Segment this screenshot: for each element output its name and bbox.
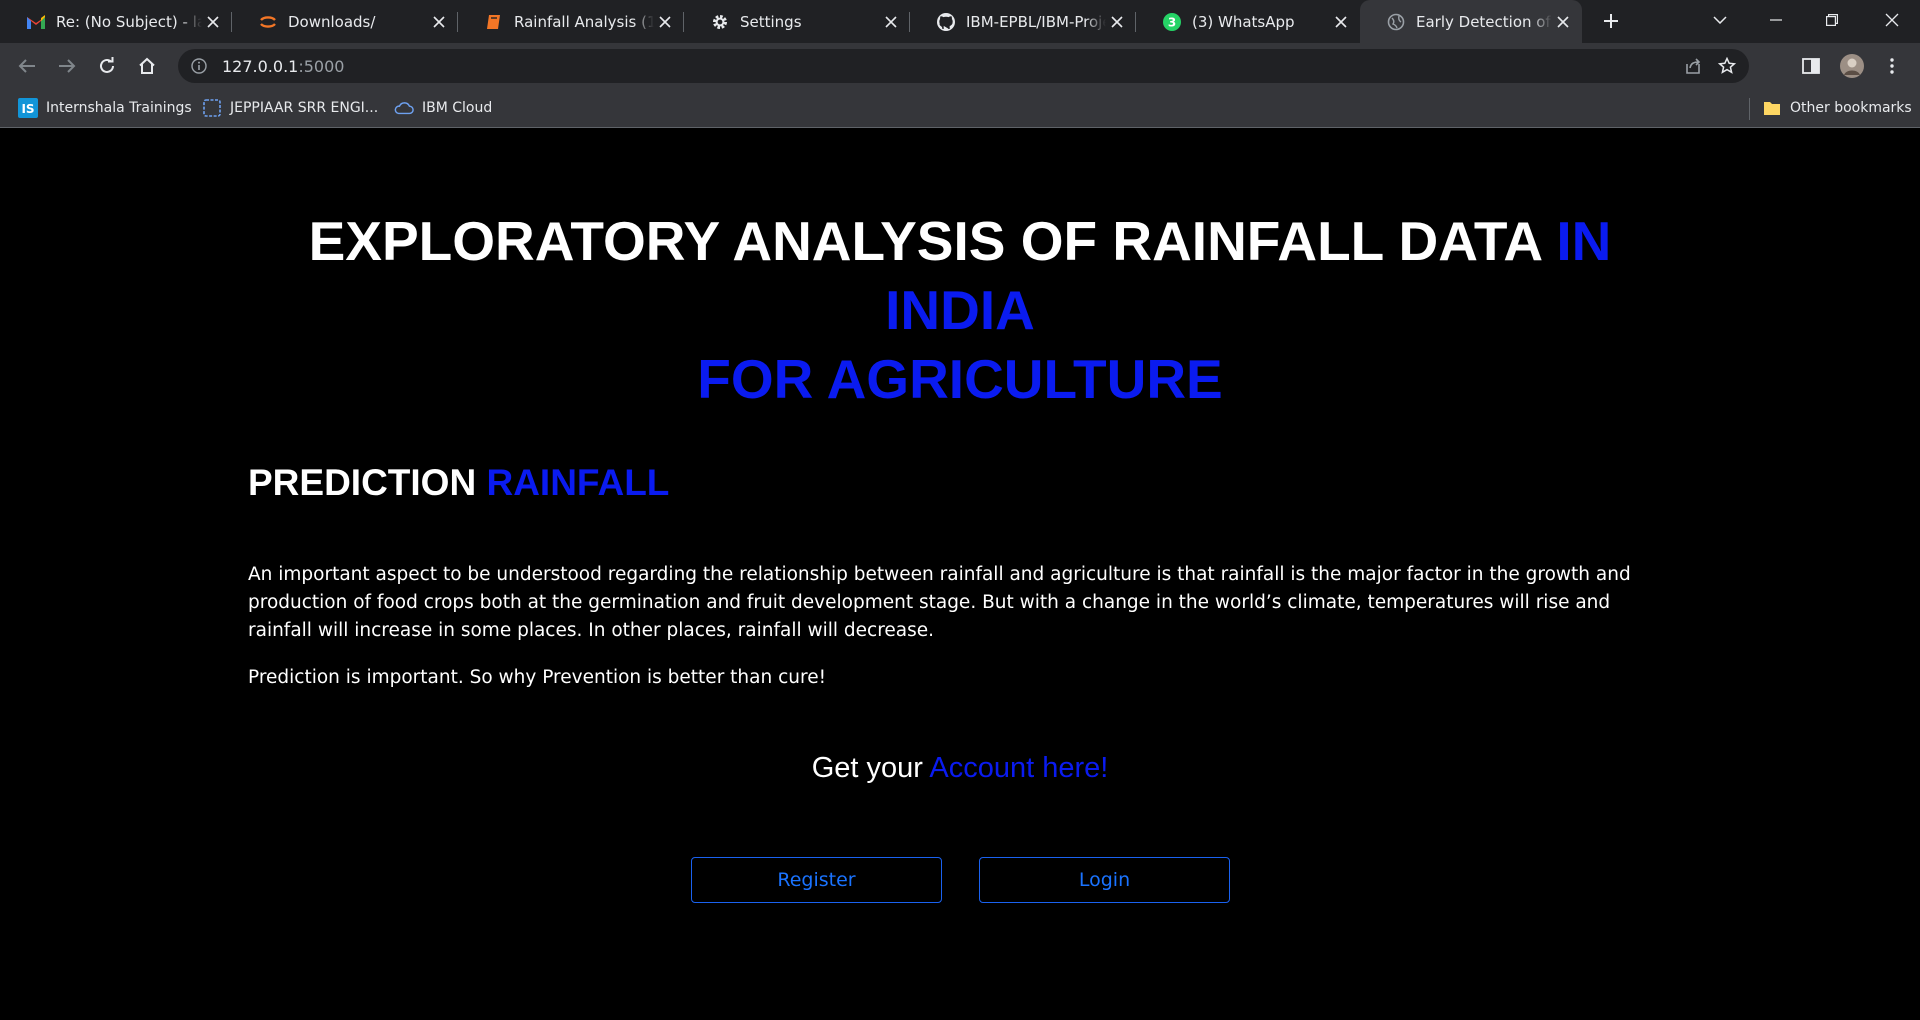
bookmarks-bar: IS Internshala Trainings JEPPIAAR SRR EN…	[0, 88, 1920, 128]
hero-title-main: EXPLORATORY ANALYSIS OF RAINFALL DATA	[308, 210, 1557, 272]
tab-gmail[interactable]: Re: (No Subject) - laks	[0, 0, 232, 43]
tab-rainfall-analysis[interactable]: Rainfall Analysis (1) - J	[458, 0, 684, 43]
url-text[interactable]: 127.0.0.1:5000	[222, 57, 344, 76]
github-icon	[936, 12, 956, 32]
bookmark-label: IBM Cloud	[422, 100, 493, 116]
tagline-paragraph: Prediction is important. So why Preventi…	[248, 667, 826, 688]
share-icon[interactable]	[1681, 54, 1705, 78]
close-icon[interactable]	[428, 11, 450, 33]
gmail-icon	[26, 12, 46, 32]
bookmark-label: JEPPIAAR SRR ENGI...	[230, 100, 379, 116]
tab-title: IBM-EPBL/IBM-Project	[966, 12, 1106, 31]
other-bookmarks[interactable]: Other bookmarks	[1762, 96, 1912, 120]
profile-avatar[interactable]	[1837, 51, 1867, 81]
tab-whatsapp[interactable]: 3 (3) WhatsApp	[1136, 0, 1360, 43]
section-title-accent: RAINFALL	[486, 462, 670, 503]
tab-settings[interactable]: Settings	[684, 0, 910, 43]
close-icon[interactable]	[202, 11, 224, 33]
account-link[interactable]: Account here!	[929, 752, 1108, 784]
internshala-icon: IS	[18, 98, 38, 118]
close-icon[interactable]	[1552, 11, 1574, 33]
minimize-icon[interactable]	[1748, 0, 1804, 40]
site-info-icon[interactable]	[190, 57, 208, 75]
bookmark-jeppiaar[interactable]: JEPPIAAR SRR ENGI...	[202, 96, 378, 120]
close-icon[interactable]	[880, 11, 902, 33]
tab-strip: Re: (No Subject) - laks Downloads/ Rainf…	[0, 0, 1920, 43]
globe-icon	[1386, 12, 1406, 32]
gear-icon	[710, 12, 730, 32]
new-tab-icon[interactable]	[1598, 8, 1624, 34]
tab-title: Downloads/	[288, 12, 376, 31]
bookmark-label: Internshala Trainings	[46, 100, 192, 116]
tab-title: (3) WhatsApp	[1192, 12, 1295, 31]
notebook-icon	[484, 12, 504, 32]
reload-icon[interactable]	[92, 51, 122, 81]
close-icon[interactable]	[654, 11, 676, 33]
tab-early-detection[interactable]: Early Detection of For	[1360, 0, 1582, 43]
tab-search-chevron-down-icon[interactable]	[1692, 0, 1748, 40]
restore-icon[interactable]	[1804, 0, 1860, 40]
hero-title-accent-line2: FOR AGRICULTURE	[697, 348, 1223, 410]
folder-icon	[1762, 98, 1782, 118]
url-port: :5000	[298, 56, 345, 76]
forward-arrow-icon[interactable]	[52, 51, 82, 81]
register-button[interactable]: Register	[691, 857, 942, 903]
back-arrow-icon[interactable]	[12, 51, 42, 81]
cloud-icon	[394, 98, 414, 118]
hero-title: EXPLORATORY ANALYSIS OF RAINFALL DATA IN…	[240, 207, 1680, 414]
bookmark-star-icon[interactable]	[1715, 54, 1739, 78]
bookmarks-separator	[1749, 98, 1750, 120]
browser-toolbar: 127.0.0.1:5000	[0, 43, 1920, 88]
page-icon	[202, 98, 222, 118]
close-icon[interactable]	[1106, 11, 1128, 33]
whatsapp-badge: 3	[1168, 15, 1176, 29]
tab-title: Rainfall Analysis (1) - J	[514, 12, 654, 31]
bookmark-ibm-cloud[interactable]: IBM Cloud	[394, 96, 492, 120]
url-host: 127.0.0.1	[222, 56, 299, 76]
more-menu-icon[interactable]	[1877, 51, 1907, 81]
window-close-icon[interactable]	[1864, 0, 1920, 40]
account-cta: Get your Account here!	[0, 752, 1920, 785]
section-title: PREDICTION RAINFALL	[248, 462, 669, 504]
close-icon[interactable]	[1330, 11, 1352, 33]
intro-paragraph: An important aspect to be understood reg…	[248, 564, 1631, 641]
other-bookmarks-label: Other bookmarks	[1790, 100, 1912, 116]
bookmark-internshala[interactable]: IS Internshala Trainings	[18, 96, 192, 120]
login-button[interactable]: Login	[979, 857, 1230, 903]
tab-title: Early Detection of For	[1416, 12, 1552, 31]
address-bar[interactable]: 127.0.0.1:5000	[178, 49, 1749, 83]
page-content: EXPLORATORY ANALYSIS OF RAINFALL DATA IN…	[0, 129, 1920, 1020]
tab-downloads[interactable]: Downloads/	[232, 0, 458, 43]
tab-title: Re: (No Subject) - laks	[56, 12, 202, 31]
home-icon[interactable]	[132, 51, 162, 81]
tab-title: Settings	[740, 12, 802, 31]
side-panel-icon[interactable]	[1796, 51, 1826, 81]
internshala-icon-text: IS	[21, 102, 34, 116]
section-title-main: PREDICTION	[248, 462, 487, 503]
whatsapp-icon: 3	[1162, 12, 1182, 32]
jupyter-icon	[258, 12, 278, 32]
tab-github[interactable]: IBM-EPBL/IBM-Project	[910, 0, 1136, 43]
cta-text: Get your	[811, 752, 930, 784]
